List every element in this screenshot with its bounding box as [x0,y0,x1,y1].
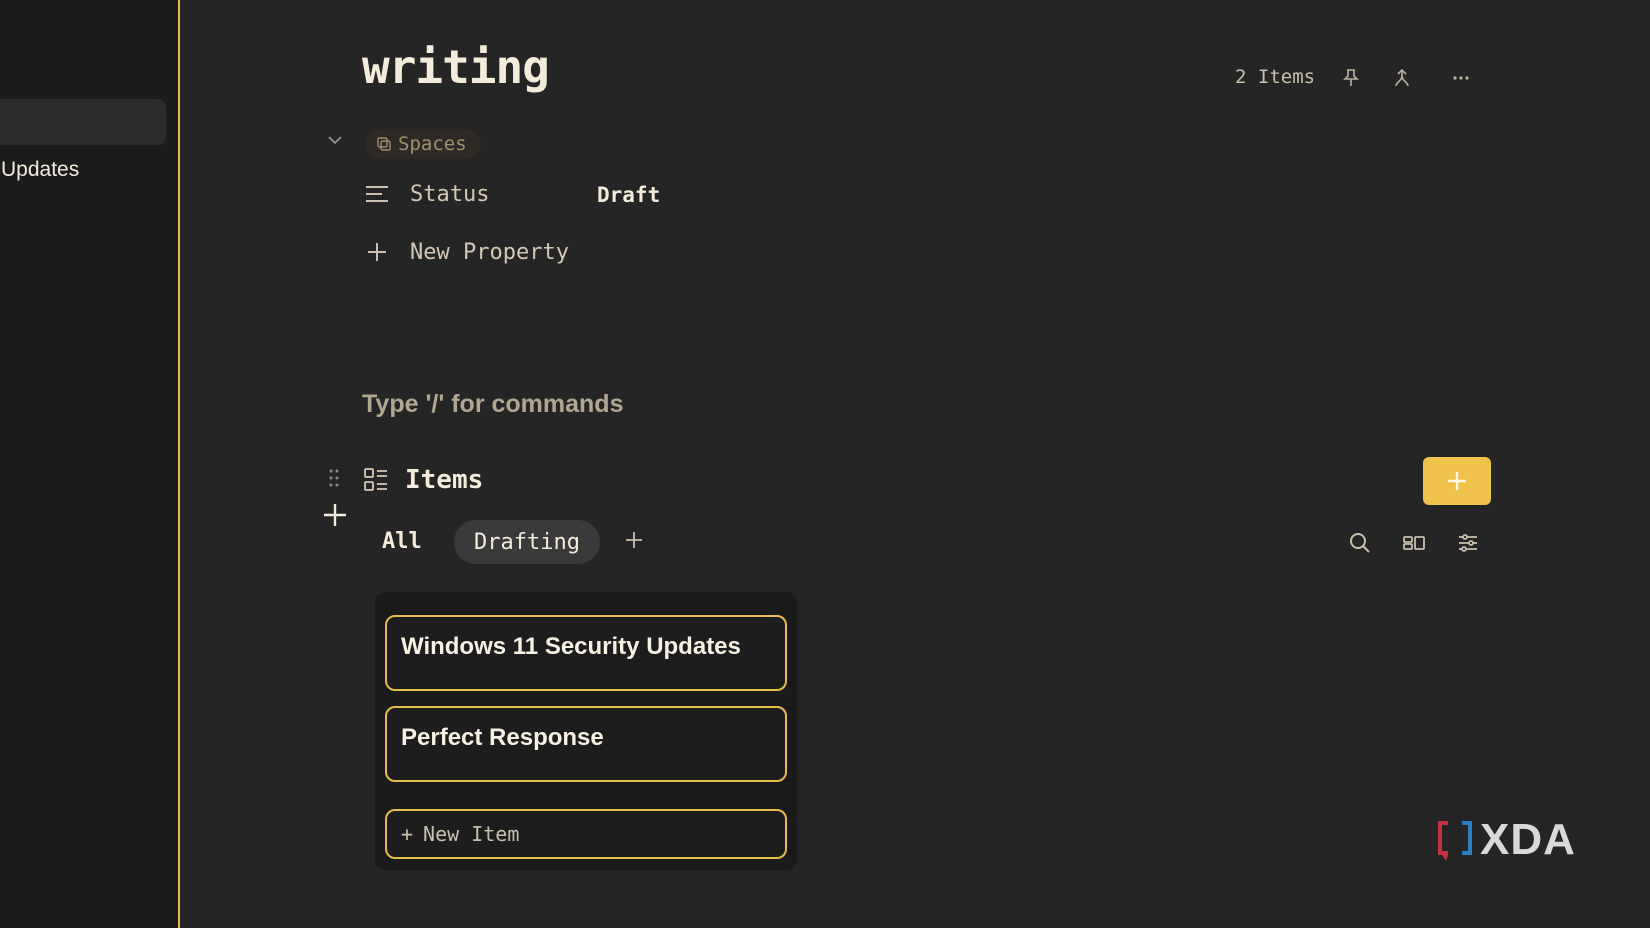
items-board-column: Windows 11 Security Updates Perfect Resp… [375,592,797,870]
list-view-icon [363,467,391,495]
add-item-button[interactable] [1423,457,1491,505]
sidebar-item-label[interactable]: Updates [1,158,79,182]
spaces-chip[interactable]: Spaces [366,129,481,159]
sidebar-active-item[interactable] [0,99,166,145]
add-block-icon[interactable] [322,502,350,530]
share-icon[interactable] [1390,66,1414,90]
more-icon[interactable] [1449,66,1473,90]
new-item-label: New Item [423,822,520,846]
new-item-plus: + [401,822,414,846]
status-value[interactable]: Draft [597,183,660,207]
status-label: Status [410,181,490,207]
sidebar: Updates [0,0,180,928]
filter-settings-icon[interactable] [1456,531,1480,555]
new-item-button[interactable]: + New Item [385,809,787,859]
items-count: 2 Items [1235,66,1316,88]
item-card[interactable]: Windows 11 Security Updates [385,615,787,691]
xda-watermark: XDA [1434,815,1576,865]
plus-icon [1448,472,1466,490]
xda-logo-icon [1438,821,1472,861]
item-card-title: Windows 11 Security Updates [401,633,741,660]
board-view-icon[interactable] [1402,531,1426,555]
item-card-title: Perfect Response [401,724,604,751]
drag-handle-icon[interactable] [328,468,342,490]
pin-icon[interactable] [1339,66,1363,90]
text-lines-icon [362,181,392,207]
items-block-title[interactable]: Items [405,465,483,495]
new-property-row[interactable]: New Property [362,239,569,265]
tab-all[interactable]: All [370,523,434,560]
page-title[interactable]: writing [362,40,550,94]
command-hint-input[interactable]: Type '/' for commands [362,390,623,419]
spaces-icon [377,137,391,151]
add-tab-icon[interactable] [624,530,646,552]
spaces-label: Spaces [398,133,467,155]
watermark-text: XDA [1480,815,1576,864]
search-icon[interactable] [1348,531,1372,555]
item-card[interactable]: Perfect Response [385,706,787,782]
new-property-label: New Property [410,239,569,265]
status-property-row[interactable]: Status [362,181,489,207]
tab-drafting-label: Drafting [474,529,580,555]
collapse-chevron-icon[interactable] [326,133,348,151]
plus-icon [362,239,392,265]
tab-drafting[interactable]: Drafting [454,520,600,564]
